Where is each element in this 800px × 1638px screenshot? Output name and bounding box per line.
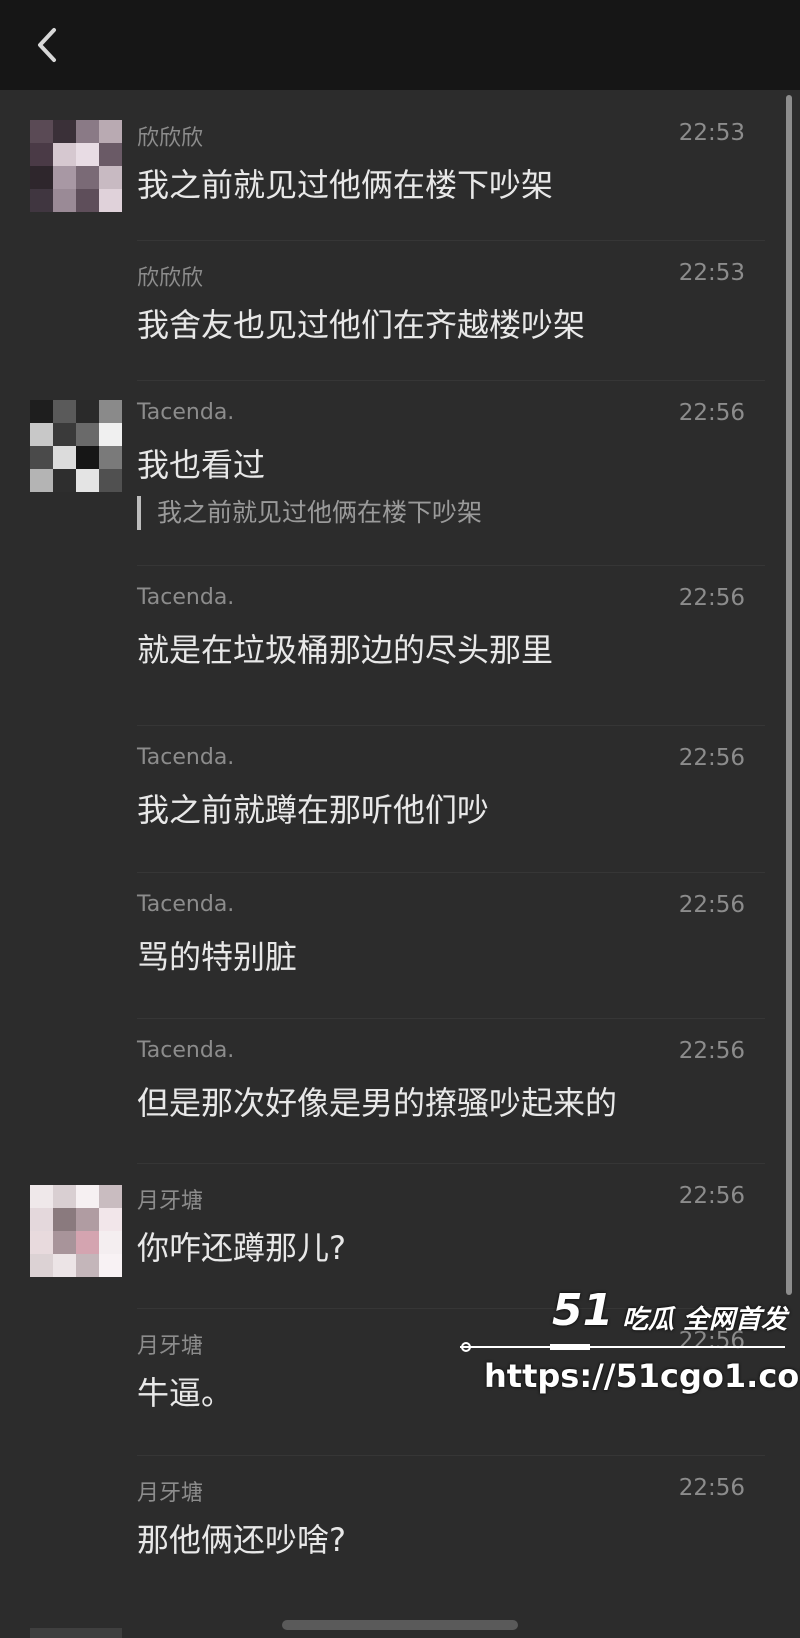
- message-time: 22:53: [678, 120, 745, 146]
- message-item: 欣欣欣 22:53 我舍友也见过他们在齐越楼吵架: [0, 252, 780, 382]
- avatar[interactable]: [30, 1185, 122, 1277]
- message-time: 22:56: [678, 400, 745, 426]
- message-time: 22:56: [678, 1183, 745, 1209]
- message-text[interactable]: 就是在垃圾桶那边的尽头那里: [137, 625, 553, 671]
- message-time: 22:53: [678, 260, 745, 286]
- sender-name: Tacenda.: [137, 745, 235, 770]
- watermark-url: https://51cgo1.com: [484, 1357, 800, 1395]
- chevron-left-icon: [38, 28, 56, 62]
- sender-name: Tacenda.: [137, 892, 235, 917]
- sender-name: Tacenda.: [137, 400, 235, 425]
- watermark-line-icon: [460, 1342, 785, 1352]
- divider: [137, 1455, 765, 1456]
- home-indicator[interactable]: [282, 1620, 518, 1630]
- message-item: Tacenda. 22:56 我也看过 我之前就见过他俩在楼下吵架: [0, 392, 780, 572]
- message-item: Tacenda. 22:56 我之前就蹲在那听他们吵: [0, 737, 780, 867]
- message-time: 22:56: [678, 585, 745, 611]
- sender-name: 月牙塘: [137, 1481, 204, 1506]
- avatar: [30, 1628, 122, 1638]
- sender-name: Tacenda.: [137, 1038, 235, 1063]
- sender-name: 月牙塘: [137, 1334, 204, 1359]
- header-bar: [0, 0, 800, 90]
- divider: [137, 1163, 765, 1164]
- chat-screen: 欣欣欣 22:53 我之前就见过他俩在楼下吵架 欣欣欣 22:53 我舍友也见过…: [0, 0, 800, 1638]
- message-time: 22:56: [678, 892, 745, 918]
- avatar[interactable]: [30, 120, 122, 212]
- message-text[interactable]: 我也看过: [137, 440, 265, 486]
- watermark-brand: 51: [552, 1285, 614, 1336]
- sender-name: 月牙塘: [137, 1189, 204, 1214]
- message-item: 欣欣欣 22:53 我之前就见过他俩在楼下吵架: [0, 112, 780, 242]
- divider: [137, 872, 765, 873]
- avatar[interactable]: [30, 400, 122, 492]
- message-time: 22:56: [678, 745, 745, 771]
- message-item: Tacenda. 22:56 骂的特别脏: [0, 884, 780, 1014]
- message-text[interactable]: 我之前就蹲在那听他们吵: [137, 785, 489, 831]
- divider: [137, 1018, 765, 1019]
- divider: [137, 725, 765, 726]
- watermark: 51 吃瓜 全网首发 https://51cgo1.com: [460, 1285, 800, 1405]
- message-item: Tacenda. 22:56 但是那次好像是男的撩骚吵起来的: [0, 1030, 780, 1160]
- divider: [137, 380, 765, 381]
- sender-name: 欣欣欣: [137, 126, 204, 151]
- scrollbar[interactable]: [786, 95, 792, 1295]
- divider: [137, 240, 765, 241]
- divider: [137, 565, 765, 566]
- sender-name: 欣欣欣: [137, 266, 204, 291]
- message-text[interactable]: 你咋还蹲那儿?: [137, 1223, 346, 1269]
- message-time: 22:56: [678, 1038, 745, 1064]
- message-item: Tacenda. 22:56 就是在垃圾桶那边的尽头那里: [0, 577, 780, 707]
- back-button[interactable]: [28, 22, 68, 68]
- quoted-message[interactable]: 我之前就见过他俩在楼下吵架: [137, 496, 482, 530]
- watermark-tagline: 吃瓜 全网首发: [622, 1305, 788, 1335]
- message-text[interactable]: 那他俩还吵啥?: [137, 1515, 346, 1561]
- message-text[interactable]: 牛逼。: [137, 1368, 233, 1414]
- message-text[interactable]: 骂的特别脏: [137, 932, 297, 978]
- message-time: 22:56: [678, 1475, 745, 1501]
- message-text[interactable]: 我舍友也见过他们在齐越楼吵架: [137, 300, 585, 346]
- sender-name: Tacenda.: [137, 585, 235, 610]
- message-item: 月牙塘 22:56 那他俩还吵啥?: [0, 1467, 780, 1597]
- message-text[interactable]: 但是那次好像是男的撩骚吵起来的: [137, 1078, 617, 1124]
- message-text[interactable]: 我之前就见过他俩在楼下吵架: [137, 160, 553, 206]
